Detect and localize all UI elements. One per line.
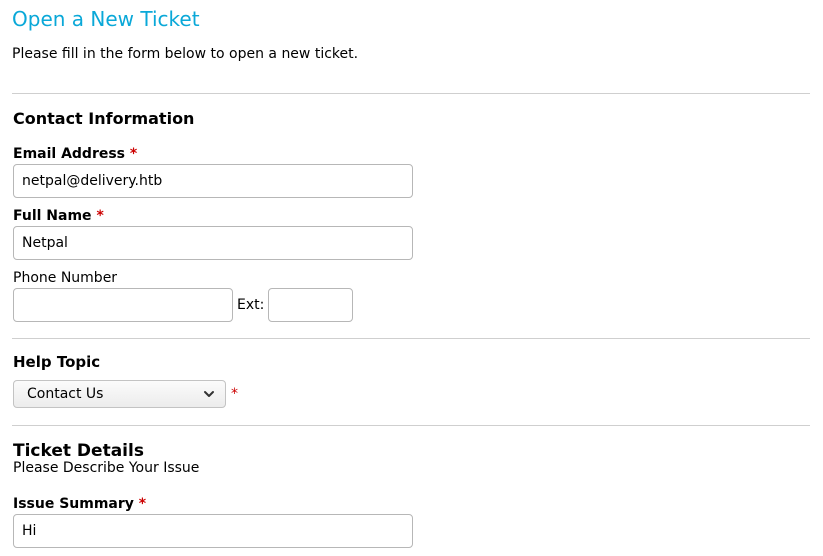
phone-number-label: Phone Number xyxy=(13,270,118,286)
phone-ext-label: Ext: xyxy=(237,297,265,313)
required-marker: * xyxy=(231,386,238,402)
issue-summary-label-text: Issue Summary xyxy=(13,496,134,512)
divider xyxy=(12,338,810,339)
page-title: Open a New Ticket xyxy=(12,7,200,31)
full-name-label: Full Name * xyxy=(13,208,104,224)
divider xyxy=(12,93,810,94)
email-label-text: Email Address xyxy=(13,146,126,162)
issue-summary-label: Issue Summary * xyxy=(13,496,146,512)
contact-information-heading: Contact Information xyxy=(13,109,195,128)
ticket-details-subtitle: Please Describe Your Issue xyxy=(13,460,200,476)
page-intro: Please fill in the form below to open a … xyxy=(12,46,359,62)
email-field[interactable]: netpal@delivery.htb xyxy=(13,164,413,198)
chevron-down-icon xyxy=(202,385,216,403)
email-label: Email Address * xyxy=(13,146,137,162)
required-marker: * xyxy=(138,496,147,512)
divider xyxy=(12,425,810,426)
issue-summary-field[interactable]: Hi xyxy=(13,514,413,548)
full-name-field[interactable]: Netpal xyxy=(13,226,413,260)
help-topic-select[interactable]: Contact Us xyxy=(13,380,226,408)
full-name-label-text: Full Name xyxy=(13,208,92,224)
required-marker: * xyxy=(96,208,104,224)
required-marker: * xyxy=(129,146,138,162)
phone-ext-field[interactable] xyxy=(268,288,353,322)
help-topic-heading: Help Topic xyxy=(13,353,101,371)
help-topic-selected: Contact Us xyxy=(27,386,104,402)
ticket-details-heading: Ticket Details xyxy=(13,441,144,461)
phone-number-field[interactable] xyxy=(13,288,233,322)
